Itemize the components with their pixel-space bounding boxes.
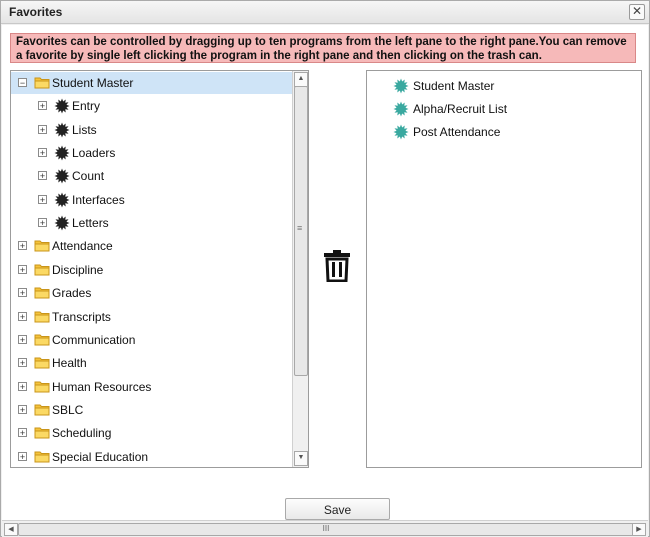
expand-toggle-icon[interactable]: +: [18, 288, 27, 298]
folder-icon: [34, 356, 50, 369]
expand-toggle-icon[interactable]: +: [38, 218, 47, 228]
gear-icon: [54, 122, 70, 138]
gear-icon: [54, 145, 70, 161]
expand-toggle-icon[interactable]: +: [18, 358, 27, 368]
favorite-item-label: Student Master: [413, 79, 495, 93]
tree-item-label: Human Resources: [52, 379, 152, 394]
tree-item[interactable]: + Entry: [11, 95, 293, 117]
dialog-horizontal-scrollbar[interactable]: ◀ III ▶: [2, 520, 648, 537]
folder-icon: [34, 263, 50, 276]
tree-item[interactable]: + Human Resources: [11, 376, 293, 398]
tree-item-label: Attendance: [52, 239, 113, 254]
expand-toggle-icon[interactable]: +: [18, 381, 27, 391]
tree-item-label: Interfaces: [72, 192, 125, 207]
expand-toggle-icon[interactable]: +: [38, 148, 47, 158]
favorites-pane[interactable]: Student Master Alpha/Recruit List Post Att…: [366, 70, 642, 468]
tree-item[interactable]: + Count: [11, 165, 293, 187]
tree-item[interactable]: + Letters: [11, 212, 293, 234]
favorite-item[interactable]: Student Master: [393, 75, 633, 97]
favorites-dialog: Favorites ✕ Favorites can be controlled …: [0, 0, 650, 537]
tree-item[interactable]: + Scheduling: [11, 422, 293, 444]
gear-icon: [54, 98, 70, 114]
scroll-up-button[interactable]: ▲: [294, 72, 308, 87]
scroll-down-button[interactable]: ▼: [294, 451, 308, 466]
tree-item-label: Scheduling: [52, 426, 112, 441]
expand-toggle-icon[interactable]: +: [18, 264, 27, 274]
folder-icon: [34, 450, 50, 463]
close-icon[interactable]: ✕: [629, 4, 645, 20]
tree-item[interactable]: + Grades: [11, 282, 293, 304]
favorite-item[interactable]: Alpha/Recruit List: [393, 98, 633, 120]
tree-item-label: Loaders: [72, 146, 116, 161]
tree-item-label: Transcripts: [52, 309, 111, 324]
tree-item-label: Student Master: [52, 76, 134, 90]
scroll-grip-icon: ≡: [297, 223, 303, 233]
folder-icon: [34, 239, 50, 252]
tree-item-label: Lists: [72, 122, 97, 137]
tree-item-label: Letters: [72, 216, 109, 231]
tree-vertical-scrollbar[interactable]: ▲ ≡ ▼: [292, 71, 308, 467]
programs-tree-pane[interactable]: − Student Master + Entry + Lists + Loaders + Coun…: [10, 70, 309, 468]
tree-item[interactable]: + Loaders: [11, 142, 293, 164]
gear-icon: [54, 215, 70, 231]
tree-item[interactable]: − Student Master: [11, 72, 293, 94]
folder-icon: [34, 403, 50, 416]
expand-toggle-icon[interactable]: +: [18, 451, 27, 461]
folder-icon: [34, 286, 50, 299]
expand-toggle-icon[interactable]: +: [18, 241, 27, 251]
gear-icon: [393, 101, 409, 117]
save-button[interactable]: Save: [285, 498, 390, 520]
tree-item-label: Count: [72, 169, 105, 184]
tree-item-label: Communication: [52, 332, 136, 347]
tree-item-label: Grades: [52, 286, 92, 301]
expand-toggle-icon[interactable]: +: [18, 428, 27, 438]
expand-toggle-icon[interactable]: +: [18, 334, 27, 344]
dialog-titlebar[interactable]: Favorites ✕: [1, 1, 649, 24]
expand-toggle-icon[interactable]: +: [18, 311, 27, 321]
tree-item[interactable]: + Communication: [11, 329, 293, 351]
tree-item[interactable]: + Interfaces: [11, 189, 293, 211]
expand-toggle-icon[interactable]: +: [38, 124, 47, 134]
folder-icon: [34, 310, 50, 323]
scroll-thumb[interactable]: ≡: [294, 86, 308, 376]
trash-icon[interactable]: [323, 250, 351, 282]
folder-icon: [34, 333, 50, 346]
scroll-left-button[interactable]: ◀: [4, 523, 18, 536]
tree-item[interactable]: + Special Education: [11, 446, 293, 467]
tree-item[interactable]: + Attendance: [11, 235, 293, 257]
tree-item-label: SBLC: [52, 402, 84, 417]
expand-toggle-icon[interactable]: +: [38, 194, 47, 204]
horizontal-scroll-thumb[interactable]: III: [18, 523, 634, 536]
tree-item[interactable]: + Discipline: [11, 259, 293, 281]
gear-icon: [54, 168, 70, 184]
dialog-title: Favorites: [9, 5, 63, 19]
tree-item-label: Entry: [72, 99, 101, 114]
favorite-item[interactable]: Post Attendance: [393, 121, 633, 143]
tree-item-label: Special Education: [52, 449, 149, 464]
tree-item[interactable]: + Lists: [11, 119, 293, 141]
folder-icon: [34, 76, 50, 89]
favorite-item-label: Post Attendance: [413, 125, 501, 139]
gear-icon: [393, 124, 409, 140]
folder-icon: [34, 380, 50, 393]
folder-icon: [34, 426, 50, 439]
expand-toggle-icon[interactable]: +: [18, 404, 27, 414]
expand-toggle-icon[interactable]: −: [18, 78, 27, 88]
expand-toggle-icon[interactable]: +: [38, 171, 47, 181]
tree-item[interactable]: + Transcripts: [11, 306, 293, 328]
scroll-right-button[interactable]: ▶: [632, 523, 646, 536]
favorite-item-label: Alpha/Recruit List: [413, 102, 508, 116]
tree-item-label: Health: [52, 356, 87, 371]
gear-icon: [54, 192, 70, 208]
tree-item[interactable]: + Health: [11, 352, 293, 374]
tree-item-label: Discipline: [52, 262, 104, 277]
tree-item[interactable]: + SBLC: [11, 399, 293, 421]
expand-toggle-icon[interactable]: +: [38, 101, 47, 111]
gear-icon: [393, 78, 409, 94]
dialog-content: Favorites can be controlled by dragging …: [2, 25, 648, 535]
instructions-banner: Favorites can be controlled by dragging …: [10, 33, 636, 63]
